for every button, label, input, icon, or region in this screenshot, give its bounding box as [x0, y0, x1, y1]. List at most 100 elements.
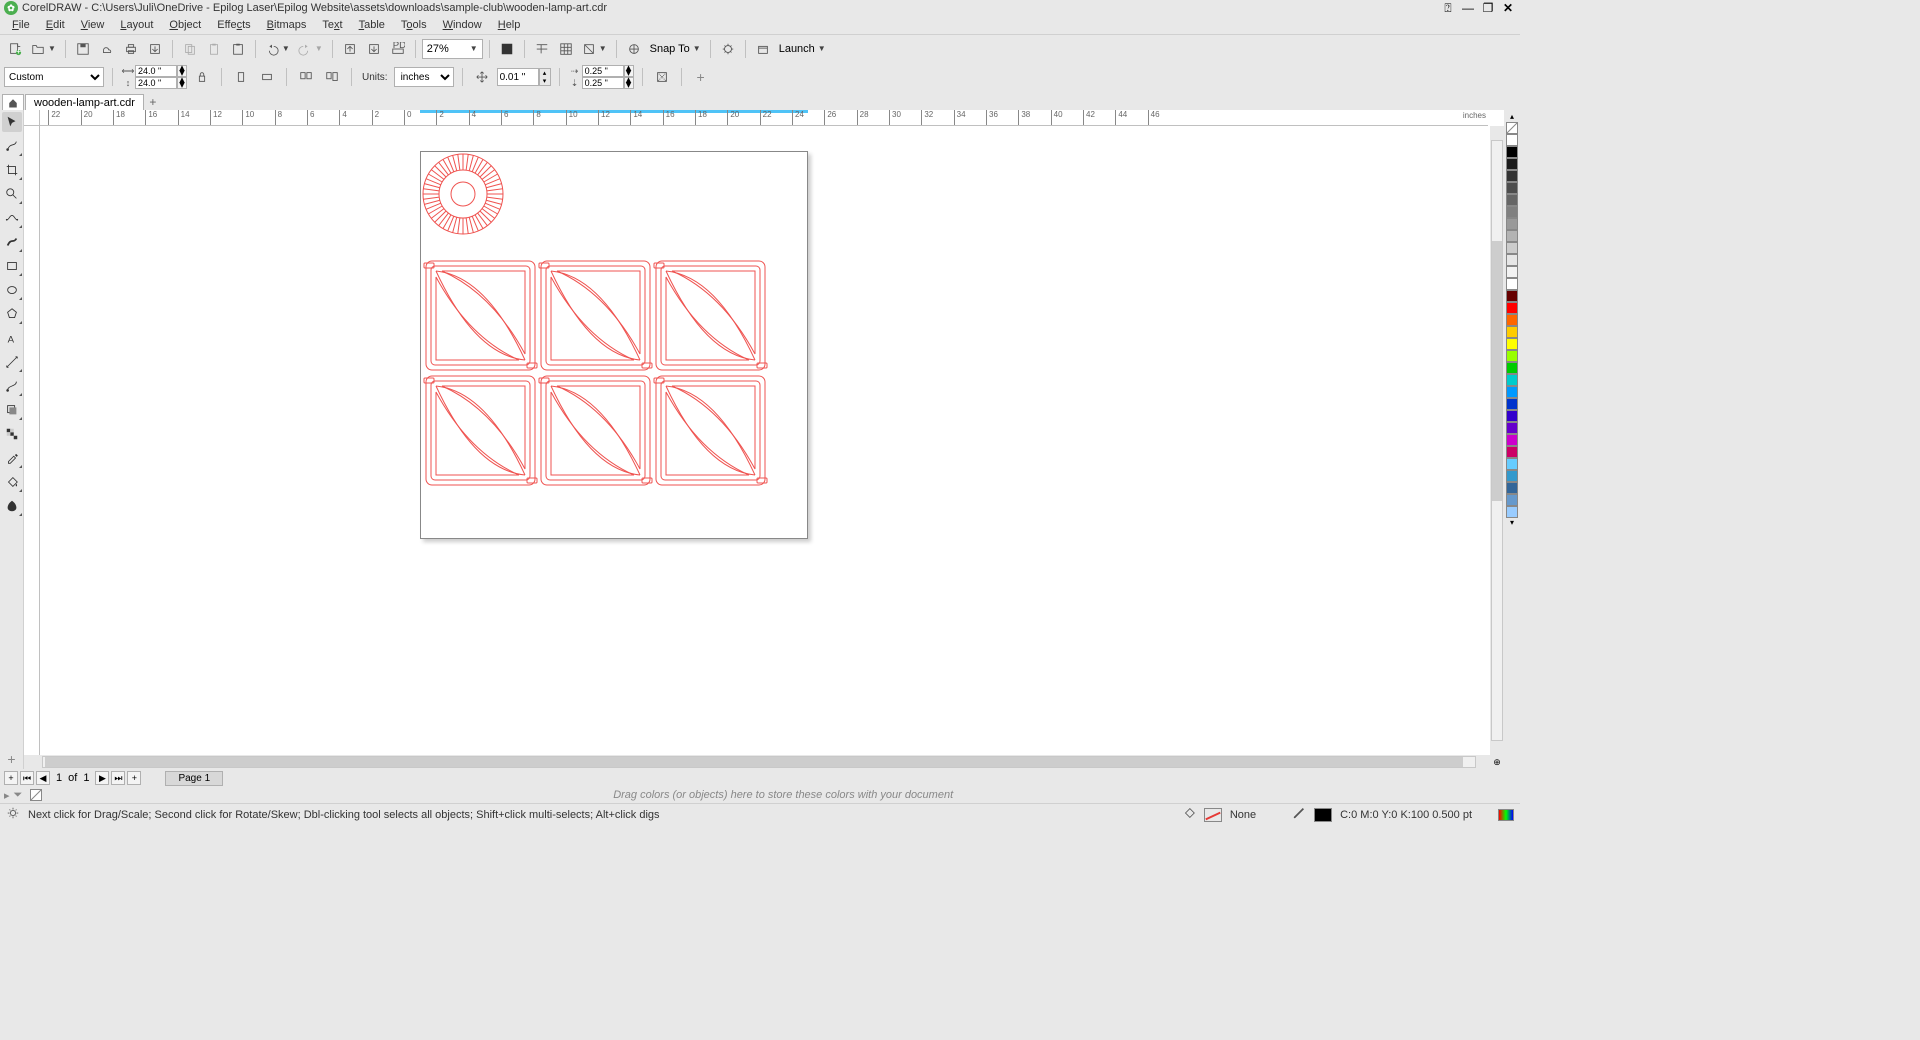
connector-tool[interactable]: [2, 376, 22, 396]
color-swatch[interactable]: [1506, 278, 1518, 290]
nudge-input[interactable]: [497, 68, 539, 86]
zoom-fit-button[interactable]: ⊕: [1490, 756, 1504, 768]
drop-shadow-tool[interactable]: [2, 400, 22, 420]
export2-button[interactable]: [363, 38, 385, 60]
color-swatch[interactable]: [1506, 458, 1518, 470]
print-button[interactable]: [120, 38, 142, 60]
color-swatch[interactable]: [1506, 422, 1518, 434]
minimize-button[interactable]: —: [1460, 1, 1476, 15]
outline-indicator-icon[interactable]: [1292, 806, 1306, 823]
zoom-select[interactable]: 27%▼: [422, 39, 483, 59]
all-pages-button[interactable]: [295, 66, 317, 88]
export-button[interactable]: [144, 38, 166, 60]
status-gear-icon[interactable]: [6, 806, 20, 823]
snap-toggle[interactable]: [623, 38, 645, 60]
options-button[interactable]: [717, 38, 739, 60]
page-next-button[interactable]: ▶: [95, 771, 109, 785]
fill-indicator-icon[interactable]: [1182, 806, 1196, 823]
freehand-tool[interactable]: [2, 208, 22, 228]
menu-file[interactable]: File: [4, 18, 38, 32]
transparency-tool[interactable]: [2, 424, 22, 444]
launch-icon[interactable]: [752, 38, 774, 60]
redo-button[interactable]: ▼: [295, 39, 326, 59]
menu-tools[interactable]: Tools: [393, 18, 435, 32]
document-palette[interactable]: ▸ ⏷ Drag colors (or objects) here to sto…: [0, 787, 1520, 803]
page-prev-button[interactable]: ◀: [36, 771, 50, 785]
add-button[interactable]: +: [690, 66, 712, 88]
rectangle-tool[interactable]: [2, 256, 22, 276]
lock-ratio-button[interactable]: [191, 66, 213, 88]
grid2-button[interactable]: [555, 38, 577, 60]
menu-view[interactable]: View: [73, 18, 113, 32]
smart-fill-tool[interactable]: [2, 496, 22, 516]
palette-up-button[interactable]: ▴: [1506, 112, 1518, 122]
color-swatch[interactable]: [1506, 302, 1518, 314]
dupx-input[interactable]: [582, 65, 624, 77]
landscape-button[interactable]: [256, 66, 278, 88]
zoom-tool[interactable]: [2, 184, 22, 204]
menu-edit[interactable]: Edit: [38, 18, 73, 32]
color-swatch[interactable]: [1506, 386, 1518, 398]
color-swatch[interactable]: [1506, 266, 1518, 278]
palette-expand-button[interactable]: ▸: [4, 789, 10, 802]
welcome-tab[interactable]: [2, 94, 24, 110]
fill-swatch[interactable]: [1204, 808, 1222, 822]
menu-window[interactable]: Window: [435, 18, 490, 32]
color-swatch[interactable]: [1506, 254, 1518, 266]
menu-effects[interactable]: Effects: [209, 18, 258, 32]
color-swatch[interactable]: [1506, 470, 1518, 482]
nudge-spinner[interactable]: ▴▾: [539, 68, 551, 86]
palette-down-button[interactable]: ▾: [1506, 518, 1518, 528]
color-swatch[interactable]: [1506, 434, 1518, 446]
page-tab[interactable]: Page 1: [165, 771, 223, 786]
units-select[interactable]: inches: [394, 67, 454, 87]
fullscreen-button[interactable]: [496, 38, 518, 60]
color-swatch[interactable]: [1506, 446, 1518, 458]
vertical-ruler[interactable]: [24, 126, 40, 755]
color-swatch[interactable]: [1506, 158, 1518, 170]
color-swatch[interactable]: [1506, 218, 1518, 230]
color-swatch[interactable]: [1506, 134, 1518, 146]
menu-table[interactable]: Table: [351, 18, 393, 32]
help-icon[interactable]: ⍰: [1440, 1, 1456, 15]
add-tab-button[interactable]: +: [145, 94, 161, 110]
color-swatch[interactable]: [1506, 506, 1518, 518]
page-first-button[interactable]: ⏮: [20, 771, 34, 785]
menu-help[interactable]: Help: [490, 18, 529, 32]
color-swatch[interactable]: [1506, 494, 1518, 506]
current-page-button[interactable]: [321, 66, 343, 88]
color-swatch[interactable]: [1506, 170, 1518, 182]
pdf-button[interactable]: PDF: [387, 38, 409, 60]
palette-menu-button[interactable]: ⏷: [14, 789, 23, 802]
launch-dropdown[interactable]: Launch▼: [776, 39, 829, 59]
crop-tool[interactable]: [2, 160, 22, 180]
pick-tool[interactable]: [2, 112, 22, 132]
document-tab[interactable]: wooden-lamp-art.cdr: [25, 94, 144, 110]
dupy-input[interactable]: [582, 77, 624, 89]
polygon-tool[interactable]: [2, 304, 22, 324]
text-tool[interactable]: A: [2, 328, 22, 348]
color-swatch[interactable]: [1506, 290, 1518, 302]
cloud-button[interactable]: [96, 38, 118, 60]
color-proof-icon[interactable]: [1498, 809, 1514, 821]
paste-button[interactable]: [203, 38, 225, 60]
page-add-before-button[interactable]: +: [4, 771, 18, 785]
color-swatch[interactable]: [1506, 398, 1518, 410]
page-add-after-button[interactable]: +: [127, 771, 141, 785]
vertical-scrollbar[interactable]: [1490, 126, 1504, 755]
open-button[interactable]: ▼: [28, 39, 59, 59]
outline-swatch[interactable]: [1314, 808, 1332, 822]
guides-button[interactable]: ▼: [579, 39, 610, 59]
page-height-input[interactable]: [135, 77, 177, 89]
color-swatch[interactable]: [1506, 314, 1518, 326]
no-color-swatch[interactable]: [1506, 122, 1518, 134]
artistic-media-tool[interactable]: [2, 232, 22, 252]
color-swatch[interactable]: [1506, 374, 1518, 386]
save-button[interactable]: [72, 38, 94, 60]
toolbox-add-button[interactable]: +: [2, 749, 22, 769]
menu-text[interactable]: Text: [314, 18, 350, 32]
menu-layout[interactable]: Layout: [112, 18, 161, 32]
eyedropper-tool[interactable]: [2, 448, 22, 468]
color-swatch[interactable]: [1506, 338, 1518, 350]
menu-bitmaps[interactable]: Bitmaps: [259, 18, 315, 32]
